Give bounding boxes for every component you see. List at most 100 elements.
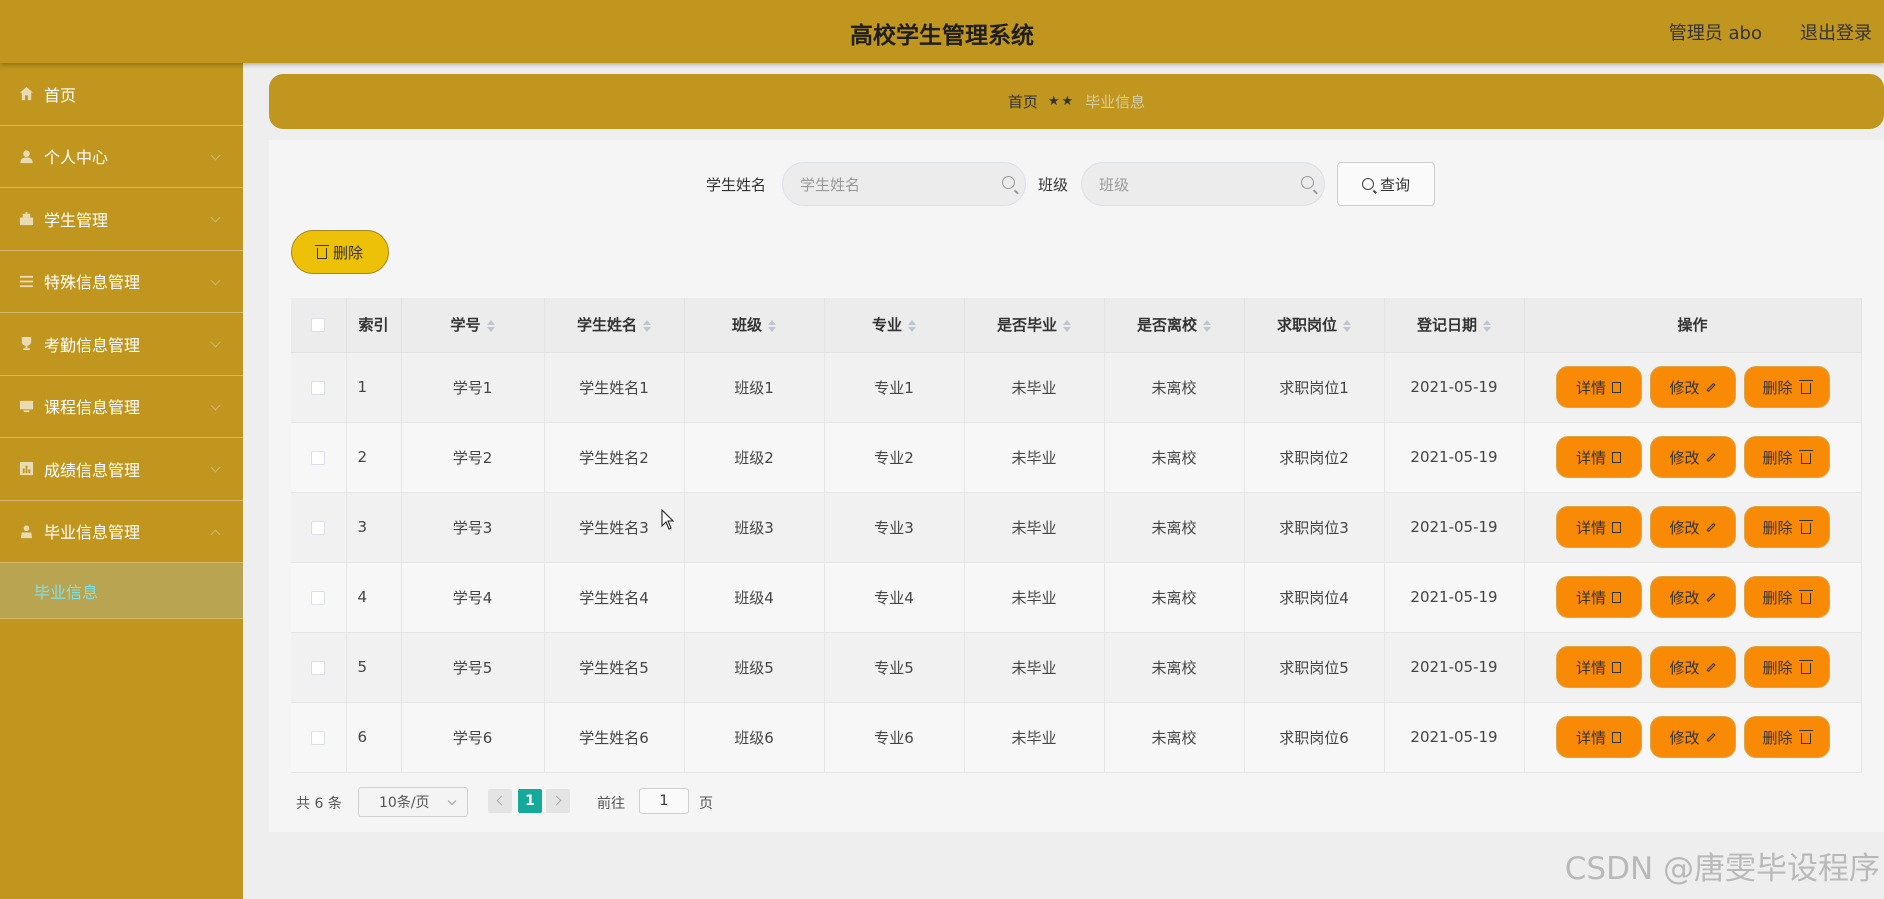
chevron-down-icon — [210, 337, 221, 348]
row-checkbox[interactable] — [311, 450, 326, 465]
class-input[interactable]: 班级 — [1081, 162, 1325, 206]
sidebar-item-graduation[interactable]: 毕业信息管理 — [0, 501, 243, 563]
sort-icon[interactable] — [1063, 319, 1071, 332]
cell-class: 班级4 — [684, 562, 825, 633]
page-size-select[interactable]: 10条/页 — [358, 787, 468, 817]
sidebar-item-course[interactable]: 课程信息管理 — [0, 376, 243, 438]
sidebar-subitem-graduation-info[interactable]: 毕业信息 — [0, 563, 243, 619]
sort-icon[interactable] — [1343, 319, 1351, 332]
query-button[interactable]: 查询 — [1337, 162, 1435, 206]
column-header-graduated[interactable]: 是否毕业 — [964, 298, 1105, 353]
edit-button[interactable]: 修改 — [1649, 646, 1736, 688]
trash-icon — [1798, 589, 1813, 604]
detail-button[interactable]: 详情 — [1555, 716, 1642, 758]
trash-icon — [1798, 659, 1813, 674]
column-header-class[interactable]: 班级 — [684, 298, 825, 353]
home-icon — [18, 86, 34, 102]
cell-date: 2021-05-19 — [1384, 702, 1525, 773]
edit-button-label: 修改 — [1669, 448, 1700, 467]
list-icon — [18, 273, 34, 289]
sort-icon[interactable] — [908, 319, 916, 332]
cell-graduated: 未毕业 — [964, 492, 1105, 563]
sort-icon[interactable] — [1203, 319, 1211, 332]
pencil-icon — [1705, 662, 1716, 672]
edit-button[interactable]: 修改 — [1649, 436, 1736, 478]
detail-button[interactable]: 详情 — [1555, 506, 1642, 548]
sidebar-item-special-info[interactable]: 特殊信息管理 — [0, 251, 243, 313]
logout-link[interactable]: 退出登录 — [1800, 19, 1872, 45]
edit-button[interactable]: 修改 — [1649, 716, 1736, 758]
detail-button[interactable]: 详情 — [1555, 366, 1642, 408]
batch-delete-label: 删除 — [332, 243, 363, 262]
column-header-job[interactable]: 求职岗位 — [1244, 298, 1385, 353]
column-header-date[interactable]: 登记日期 — [1384, 298, 1525, 353]
sort-icon[interactable] — [643, 319, 651, 332]
delete-button[interactable]: 删除 — [1743, 366, 1830, 408]
delete-button[interactable]: 删除 — [1743, 646, 1830, 688]
delete-button[interactable]: 删除 — [1743, 436, 1830, 478]
trophy-icon — [18, 336, 34, 352]
watermark: CSDN @唐雯毕设程序 — [1564, 851, 1880, 887]
detail-button[interactable]: 详情 — [1555, 646, 1642, 688]
column-header-actions: 操作 — [1524, 298, 1862, 353]
cell-index: 4 — [346, 562, 402, 633]
column-header-name[interactable]: 学生姓名 — [544, 298, 685, 353]
cell-left-school: 未离校 — [1104, 702, 1245, 773]
cell-major: 专业6 — [824, 702, 965, 773]
sort-icon[interactable] — [768, 319, 776, 332]
detail-button[interactable]: 详情 — [1555, 436, 1642, 478]
delete-button[interactable]: 删除 — [1743, 506, 1830, 548]
cell-left-school: 未离校 — [1104, 352, 1245, 423]
delete-button-label: 删除 — [1762, 658, 1793, 677]
cell-graduated: 未毕业 — [964, 422, 1105, 493]
column-header-left-school[interactable]: 是否离校 — [1104, 298, 1245, 353]
goto-page-input[interactable]: 1 — [639, 788, 689, 814]
row-select-cell — [291, 422, 347, 493]
chevron-down-icon — [210, 275, 221, 285]
delete-button[interactable]: 删除 — [1743, 576, 1830, 618]
delete-button[interactable]: 删除 — [1743, 716, 1830, 758]
column-header-major[interactable]: 专业 — [824, 298, 965, 353]
sidebar-item-home[interactable]: 首页 — [0, 63, 243, 126]
row-checkbox[interactable] — [311, 520, 326, 535]
sidebar-item-personal-center[interactable]: 个人中心 — [0, 126, 243, 188]
document-icon — [1612, 521, 1621, 533]
select-all-checkbox[interactable] — [311, 318, 326, 333]
cell-graduated: 未毕业 — [964, 702, 1105, 773]
student-name-input[interactable]: 学生姓名 — [782, 162, 1026, 206]
search-icon — [1301, 176, 1314, 189]
row-checkbox[interactable] — [311, 730, 326, 745]
sidebar-item-grades[interactable]: 成绩信息管理 — [0, 438, 243, 501]
row-checkbox[interactable] — [311, 380, 326, 395]
sort-icon[interactable] — [486, 319, 495, 332]
pencil-icon — [1705, 382, 1716, 392]
column-header-student-no[interactable]: 学号 — [401, 298, 545, 353]
row-checkbox[interactable] — [311, 660, 326, 675]
row-checkbox[interactable] — [311, 590, 326, 605]
sidebar-item-student-management[interactable]: 学生管理 — [0, 188, 243, 251]
batch-delete-button[interactable]: 删除 — [291, 230, 389, 274]
user-icon — [18, 148, 34, 164]
cell-job: 求职岗位6 — [1244, 702, 1385, 773]
cell-name: 学生姓名5 — [544, 632, 685, 703]
cell-index: 6 — [346, 702, 402, 773]
next-page-button[interactable] — [546, 789, 570, 813]
current-page-button[interactable]: 1 — [518, 789, 542, 813]
cell-index: 2 — [346, 422, 402, 493]
edit-button[interactable]: 修改 — [1649, 506, 1736, 548]
edit-button[interactable]: 修改 — [1649, 366, 1736, 408]
detail-button[interactable]: 详情 — [1555, 576, 1642, 618]
sort-icon[interactable] — [1483, 319, 1491, 332]
cell-job: 求职岗位5 — [1244, 632, 1385, 703]
cell-name: 学生姓名6 — [544, 702, 685, 773]
table-row: 3 学号3 学生姓名3 班级3 专业3 未毕业 未离校 求职岗位3 2021-05-19 详情 修改… — [291, 492, 1862, 563]
breadcrumb-home[interactable]: 首页 — [1008, 91, 1038, 112]
edit-button-label: 修改 — [1669, 378, 1700, 397]
detail-button-label: 详情 — [1575, 658, 1606, 677]
prev-page-button[interactable] — [488, 789, 512, 813]
detail-button-label: 详情 — [1575, 378, 1606, 397]
edit-button-label: 修改 — [1669, 518, 1700, 537]
pencil-icon — [1705, 452, 1716, 462]
edit-button[interactable]: 修改 — [1649, 576, 1736, 618]
sidebar-item-attendance[interactable]: 考勤信息管理 — [0, 313, 243, 376]
